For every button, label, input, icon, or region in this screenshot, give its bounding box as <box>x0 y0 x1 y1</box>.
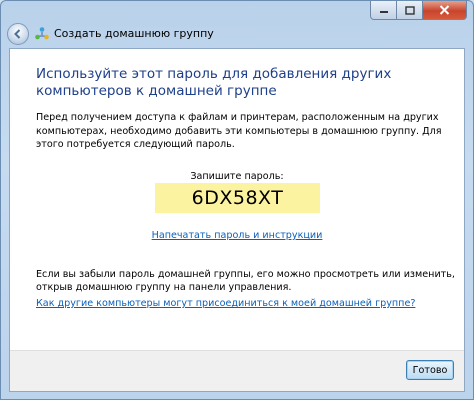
window-title: Создать домашнюю группу <box>54 27 214 40</box>
password-label: Запишите пароль: <box>190 171 284 182</box>
print-password-link[interactable]: Напечатать пароль и инструкции <box>10 230 464 241</box>
close-button[interactable] <box>423 1 467 20</box>
back-arrow-icon <box>14 29 21 39</box>
dialog-heading: Используйте этот пароль для добавления д… <box>36 66 392 99</box>
title-bar: Создать домашнюю группу <box>1 1 473 47</box>
maximize-button[interactable] <box>397 1 423 20</box>
back-button[interactable] <box>7 23 29 45</box>
dialog-content: Используйте этот пароль для добавления д… <box>9 48 465 392</box>
minimize-button[interactable] <box>370 1 397 20</box>
caption-buttons <box>370 1 467 20</box>
done-button[interactable]: Готово <box>406 360 454 380</box>
how-to-join-link[interactable]: Как другие компьютеры могут присоединить… <box>36 298 415 309</box>
forgot-password-text: Если вы забыли пароль домашней группы, е… <box>36 269 455 293</box>
homegroup-wizard-window: Создать домашнюю группу Используйте этот… <box>0 0 474 400</box>
maximize-icon <box>404 5 415 15</box>
close-icon <box>439 5 450 15</box>
dialog-footer: Готово <box>10 350 464 391</box>
dialog-description: Перед получением доступа к файлам и прин… <box>36 112 442 150</box>
password-display: 6DX58XT <box>155 183 320 213</box>
minimize-icon <box>379 11 388 13</box>
homegroup-icon <box>35 27 49 40</box>
